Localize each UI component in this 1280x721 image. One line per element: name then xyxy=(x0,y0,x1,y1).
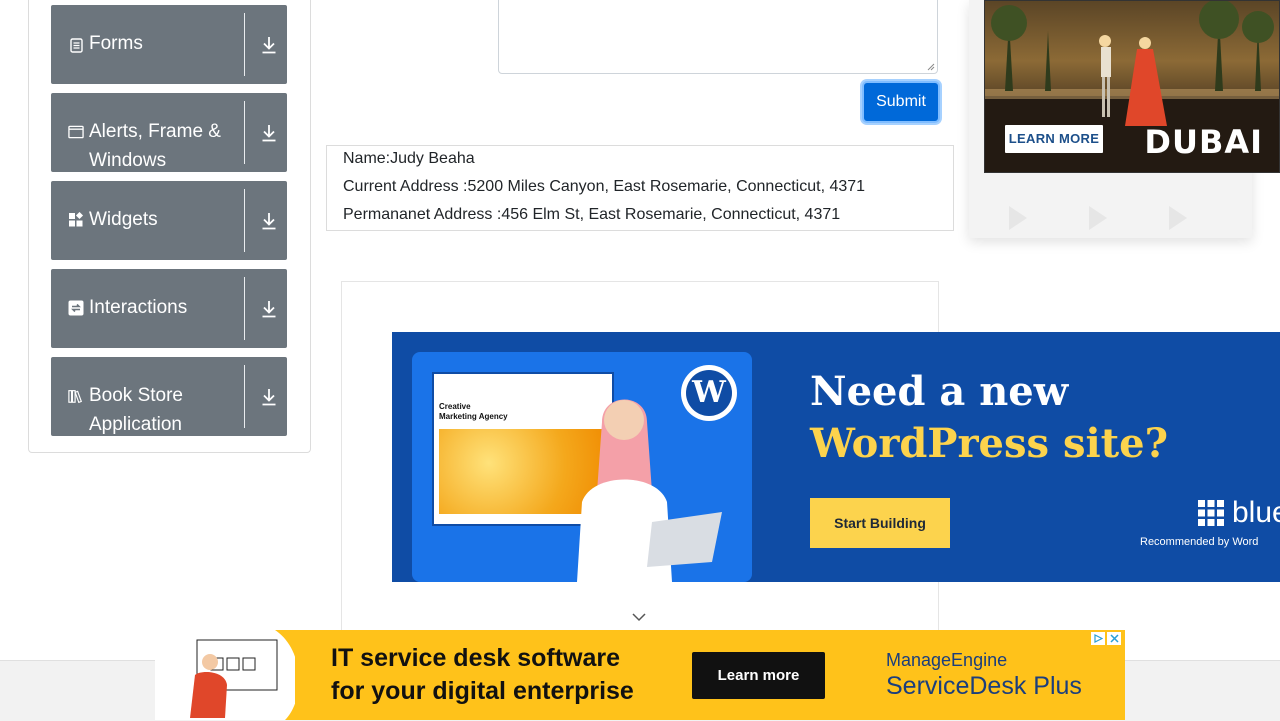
widgets-icon xyxy=(68,212,84,228)
books-icon xyxy=(68,388,84,404)
group-bookstore-header[interactable]: Book Store Application xyxy=(51,357,244,436)
wp-ad-headline: Need a new WordPress site? xyxy=(810,366,1168,470)
adchoices-icon[interactable] xyxy=(1091,632,1105,645)
group-divider xyxy=(244,189,245,252)
manageengine-logo: ManageEngine xyxy=(886,650,1008,670)
group-interactions-header[interactable]: Interactions xyxy=(51,269,244,348)
output-permanent-address: Permananet Address :456 Elm St, East Ros… xyxy=(343,206,841,223)
dubai-logo: DUBAI xyxy=(1144,123,1263,161)
left-panel: Forms Alerts, Frame & Windows Widgets In… xyxy=(28,0,311,453)
download-icon[interactable] xyxy=(258,386,280,408)
group-interactions[interactable]: Interactions xyxy=(51,269,287,348)
group-widgets[interactable]: Widgets xyxy=(51,181,287,260)
group-alerts-frame-windows[interactable]: Alerts, Frame & Windows xyxy=(51,93,287,172)
learn-more-button[interactable]: Learn more xyxy=(692,652,825,699)
download-icon[interactable] xyxy=(258,298,280,320)
ad-choices[interactable] xyxy=(1091,632,1121,645)
permanent-address-textarea[interactable] xyxy=(498,0,938,74)
wp-ad-headline-line1: Need a new xyxy=(810,368,1069,415)
wordpress-logo-icon: W xyxy=(681,365,737,421)
group-widgets-label: Widgets xyxy=(89,209,158,230)
servicedesk-ad-illustration xyxy=(155,630,295,720)
group-alerts-header[interactable]: Alerts, Frame & Windows xyxy=(51,93,244,172)
bluehost-logo: blue xyxy=(1198,496,1280,530)
group-widgets-header[interactable]: Widgets xyxy=(51,181,244,260)
resize-grip-icon[interactable] xyxy=(927,63,935,71)
interactions-icon xyxy=(68,300,84,316)
group-book-store-application[interactable]: Book Store Application xyxy=(51,357,287,436)
wp-ad-headline-line2: WordPress site? xyxy=(810,420,1169,467)
servicedesk-headline-line2: for your digital enterprise xyxy=(331,677,634,705)
group-divider xyxy=(244,13,245,76)
dubai-learn-more-button[interactable]: LEARN MORE xyxy=(1005,125,1103,153)
bluehost-grid-icon xyxy=(1198,500,1224,526)
group-divider xyxy=(244,277,245,340)
output-name: Name:Judy Beaha xyxy=(343,150,475,167)
group-bookstore-label: Book Store Application xyxy=(89,385,183,435)
group-forms[interactable]: Forms xyxy=(51,5,287,84)
group-alerts-label: Alerts, Frame & Windows xyxy=(89,121,221,171)
servicedesk-headline-line1: IT service desk software xyxy=(331,644,621,672)
output-panel: Name:Judy Beaha Current Address :5200 Mi… xyxy=(326,145,954,231)
group-interactions-label: Interactions xyxy=(89,297,188,318)
close-icon[interactable] xyxy=(1107,632,1121,645)
servicedesk-plus-logo: ServiceDesk Plus xyxy=(886,672,1082,700)
group-divider xyxy=(244,365,245,428)
submit-button[interactable]: Submit xyxy=(862,81,940,123)
dubai-ad[interactable]: LEARN MORE DUBAI xyxy=(984,0,1280,173)
form-icon xyxy=(68,37,84,53)
servicedesk-headline: IT service desk software for your digita… xyxy=(331,642,634,708)
download-icon[interactable] xyxy=(258,34,280,56)
wordpress-ad[interactable]: Creative Marketing Agency W Need a new W… xyxy=(392,332,1280,582)
download-icon[interactable] xyxy=(258,122,280,144)
wp-ad-mock-heading: Creative Marketing Agency xyxy=(439,402,508,421)
download-icon[interactable] xyxy=(258,210,280,232)
group-forms-header[interactable]: Forms xyxy=(51,5,244,84)
window-icon xyxy=(68,124,84,140)
group-forms-label: Forms xyxy=(89,33,143,54)
servicedesk-ad[interactable]: IT service desk software for your digita… xyxy=(155,630,1125,720)
bluehost-wordmark: blue xyxy=(1232,496,1280,529)
wp-ad-recommended: Recommended by Word xyxy=(1140,536,1259,548)
group-divider xyxy=(244,101,245,164)
start-building-button[interactable]: Start Building xyxy=(810,498,950,548)
chevron-down-icon[interactable] xyxy=(630,610,648,624)
output-current-address: Current Address :5200 Miles Canyon, East… xyxy=(343,178,866,195)
